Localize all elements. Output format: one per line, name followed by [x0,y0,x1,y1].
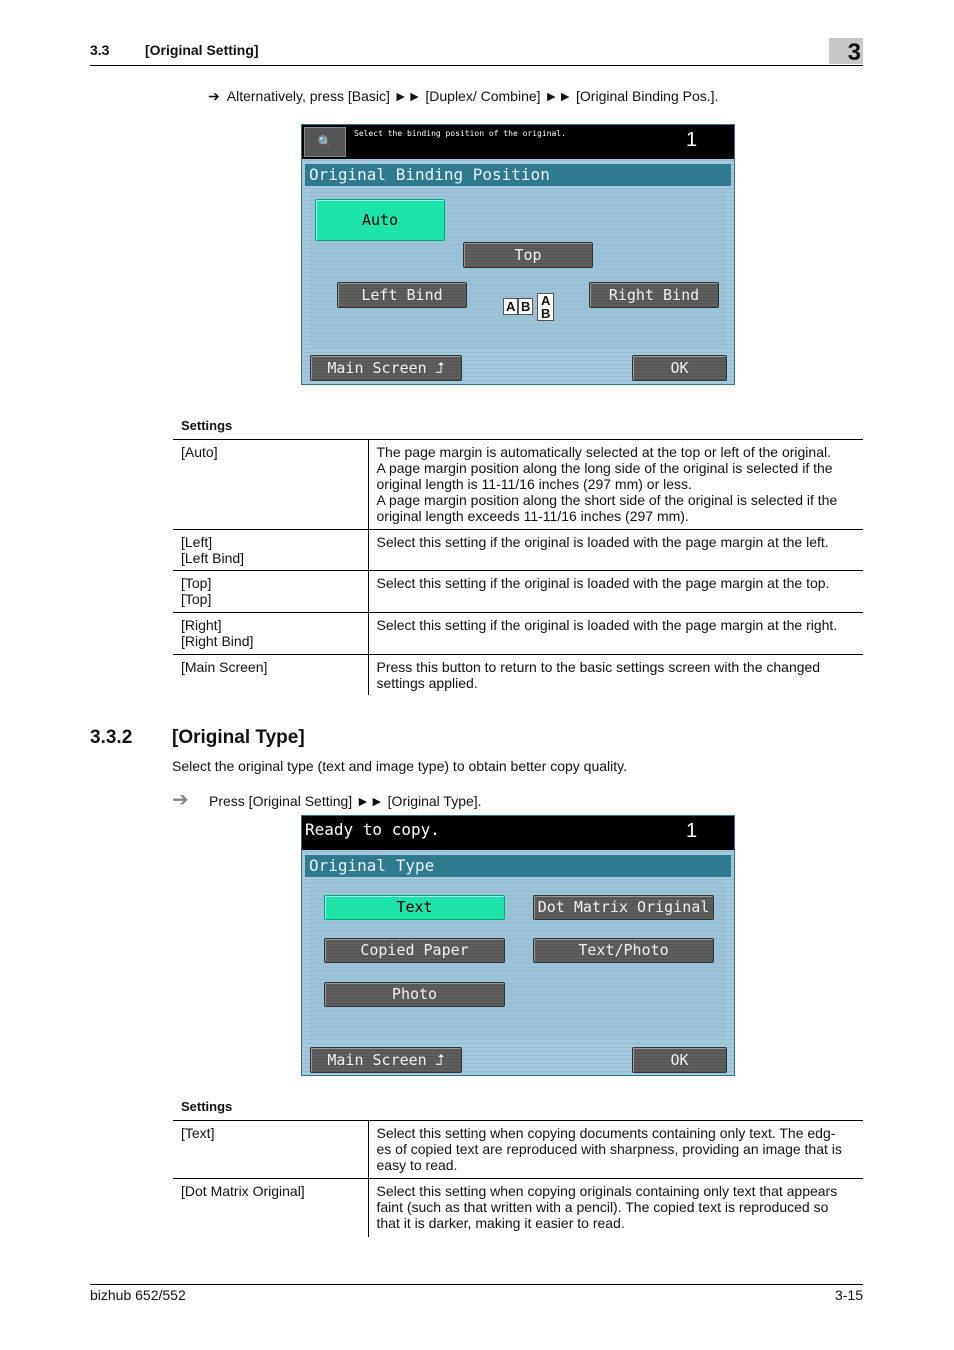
subsection-number: 3.3.2 [90,727,133,748]
table-row: [Right] [Right Bind] Select this setting … [173,612,863,655]
table-row: [Left] [Left Bind] Select this setting if… [173,529,863,571]
footer-page: 3-15 [834,1287,863,1303]
copy-count: 1 [686,820,698,842]
main-screen-label: Main Screen [327,359,427,377]
table-row: [Main Screen] Press this button to return… [173,654,863,695]
setting-description: The page margin is automatically selecte… [368,439,863,530]
auto-button[interactable]: Auto [315,199,445,241]
setting-name: [Text] [173,1120,369,1179]
main-screen-button[interactable]: Main Screen ⮥ [310,355,462,381]
ok-button[interactable]: OK [632,1047,727,1073]
setting-description: Select this setting if the original is l… [368,570,863,613]
table-row: [Auto] The page margin is automatically s… [173,439,863,530]
screen-title: Original Type [305,855,731,877]
intro-step-text: Alternatively, press [Basic] ►► [Duplex/… [226,88,719,104]
settings-label: Settings [181,418,233,433]
arrow-icon: ➔ [208,88,220,104]
setting-name: [Auto] [173,439,369,530]
settings-table-original-type: [Text] Select this setting when copying d… [173,1120,863,1237]
copied-paper-button[interactable]: Copied Paper [324,938,505,963]
original-type-screen: Ready to copy. 1 Original Type Text Dot … [301,815,735,1076]
dot-matrix-original-button[interactable]: Dot Matrix Original [533,895,714,920]
header-rule [90,65,863,66]
intro-step: ➔ Alternatively, press [Basic] ►► [Duple… [208,88,718,105]
right-bind-button[interactable]: Right Bind [589,282,719,308]
footer-product: bizhub 652/552 [90,1287,186,1303]
setting-name: [Right] [Right Bind] [173,612,369,655]
setting-name: [Top] [Top] [173,570,369,613]
setting-description: Select this setting if the original is l… [368,529,863,571]
top-button[interactable]: Top [463,242,593,268]
settings-label: Settings [181,1099,233,1114]
message-bar: 🔍 Select the binding position of the ori… [302,125,734,159]
subsection-description: Select the original type (text and image… [172,758,627,774]
photo-button[interactable]: Photo [324,982,505,1007]
text-photo-button[interactable]: Text/Photo [533,938,714,963]
step-arrow-icon: ➔ [172,789,189,811]
binding-position-screen: 🔍 Select the binding position of the ori… [301,124,735,385]
chapter-badge: 3 [829,38,863,66]
table-row: [Top] [Top] Select this setting if the or… [173,570,863,613]
text-button[interactable]: Text [324,895,505,920]
copy-count: 1 [686,129,698,151]
table-row: [Text] Select this setting when copying d… [173,1120,863,1179]
section-number: 3.3 [90,42,110,58]
table-row: [Dot Matrix Original] Select this setting… [173,1178,863,1237]
screen-title: Original Binding Position [305,164,731,186]
setting-name: [Dot Matrix Original] [173,1178,369,1237]
left-bind-button[interactable]: Left Bind [337,282,467,308]
setting-name: [Left] [Left Bind] [173,529,369,571]
footer-rule [90,1284,863,1285]
main-screen-button[interactable]: Main Screen ⮥ [310,1047,462,1073]
section-title: [Original Setting] [145,42,259,58]
message-bar: Ready to copy. 1 [302,816,734,850]
setting-description: Select this setting when copying documen… [368,1120,863,1179]
binding-book-icon: AB AB [503,293,561,325]
main-screen-label: Main Screen [327,1051,427,1069]
screen-message: Select the binding position of the origi… [354,129,566,138]
ok-button[interactable]: OK [632,355,727,381]
setting-description: Select this setting when copying origina… [368,1178,863,1237]
setting-description: Press this button to return to the basic… [368,654,863,695]
step-text: Press [Original Setting] ►► [Original Ty… [209,793,482,809]
up-arrow-icon: ⮥ [435,359,445,377]
magnifier-icon[interactable]: 🔍 [304,127,346,157]
setting-description: Select this setting if the original is l… [368,612,863,655]
up-arrow-icon: ⮥ [435,1051,445,1069]
screen-message: Ready to copy. [305,820,440,839]
subsection-title: [Original Type] [172,727,305,748]
settings-table-binding: [Auto] The page margin is automatically s… [173,439,863,695]
setting-name: [Main Screen] [173,654,369,695]
